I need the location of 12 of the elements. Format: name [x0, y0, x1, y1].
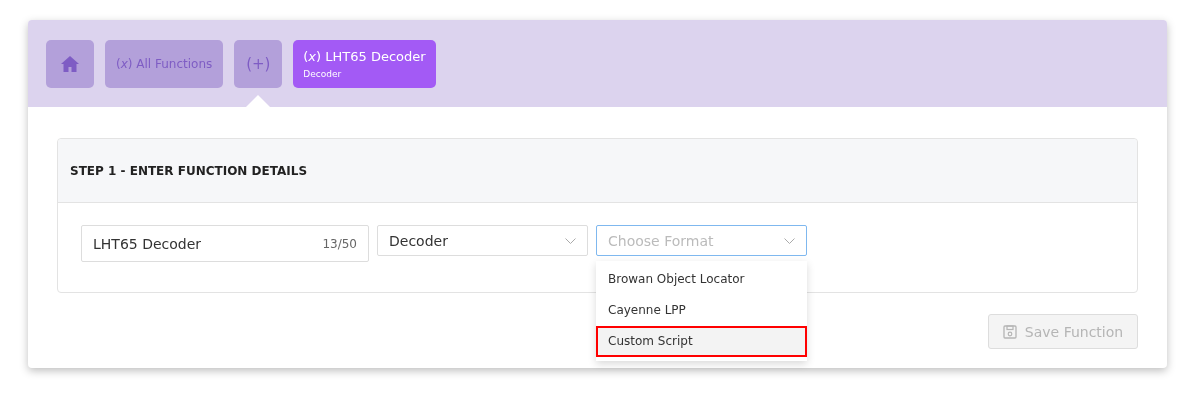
breadcrumb-current[interactable]: (x) LHT65 Decoder Decoder [293, 40, 436, 88]
name-field[interactable]: LHT65 Decoder 13/50 [81, 225, 369, 262]
chevron-icon [565, 237, 576, 244]
home-icon [61, 56, 79, 72]
dropdown-option[interactable]: Cayenne LPP [596, 295, 807, 326]
home-button[interactable] [46, 40, 94, 88]
step-title: STEP 1 - ENTER FUNCTION DETAILS [70, 163, 308, 178]
dropdown-option[interactable]: Custom Script [596, 326, 807, 357]
dropdown-option[interactable]: Browan Object Locator [596, 264, 807, 295]
floppy-icon [1002, 324, 1017, 339]
type-select[interactable]: Decoder [377, 225, 588, 256]
chevron-icon [784, 237, 795, 244]
